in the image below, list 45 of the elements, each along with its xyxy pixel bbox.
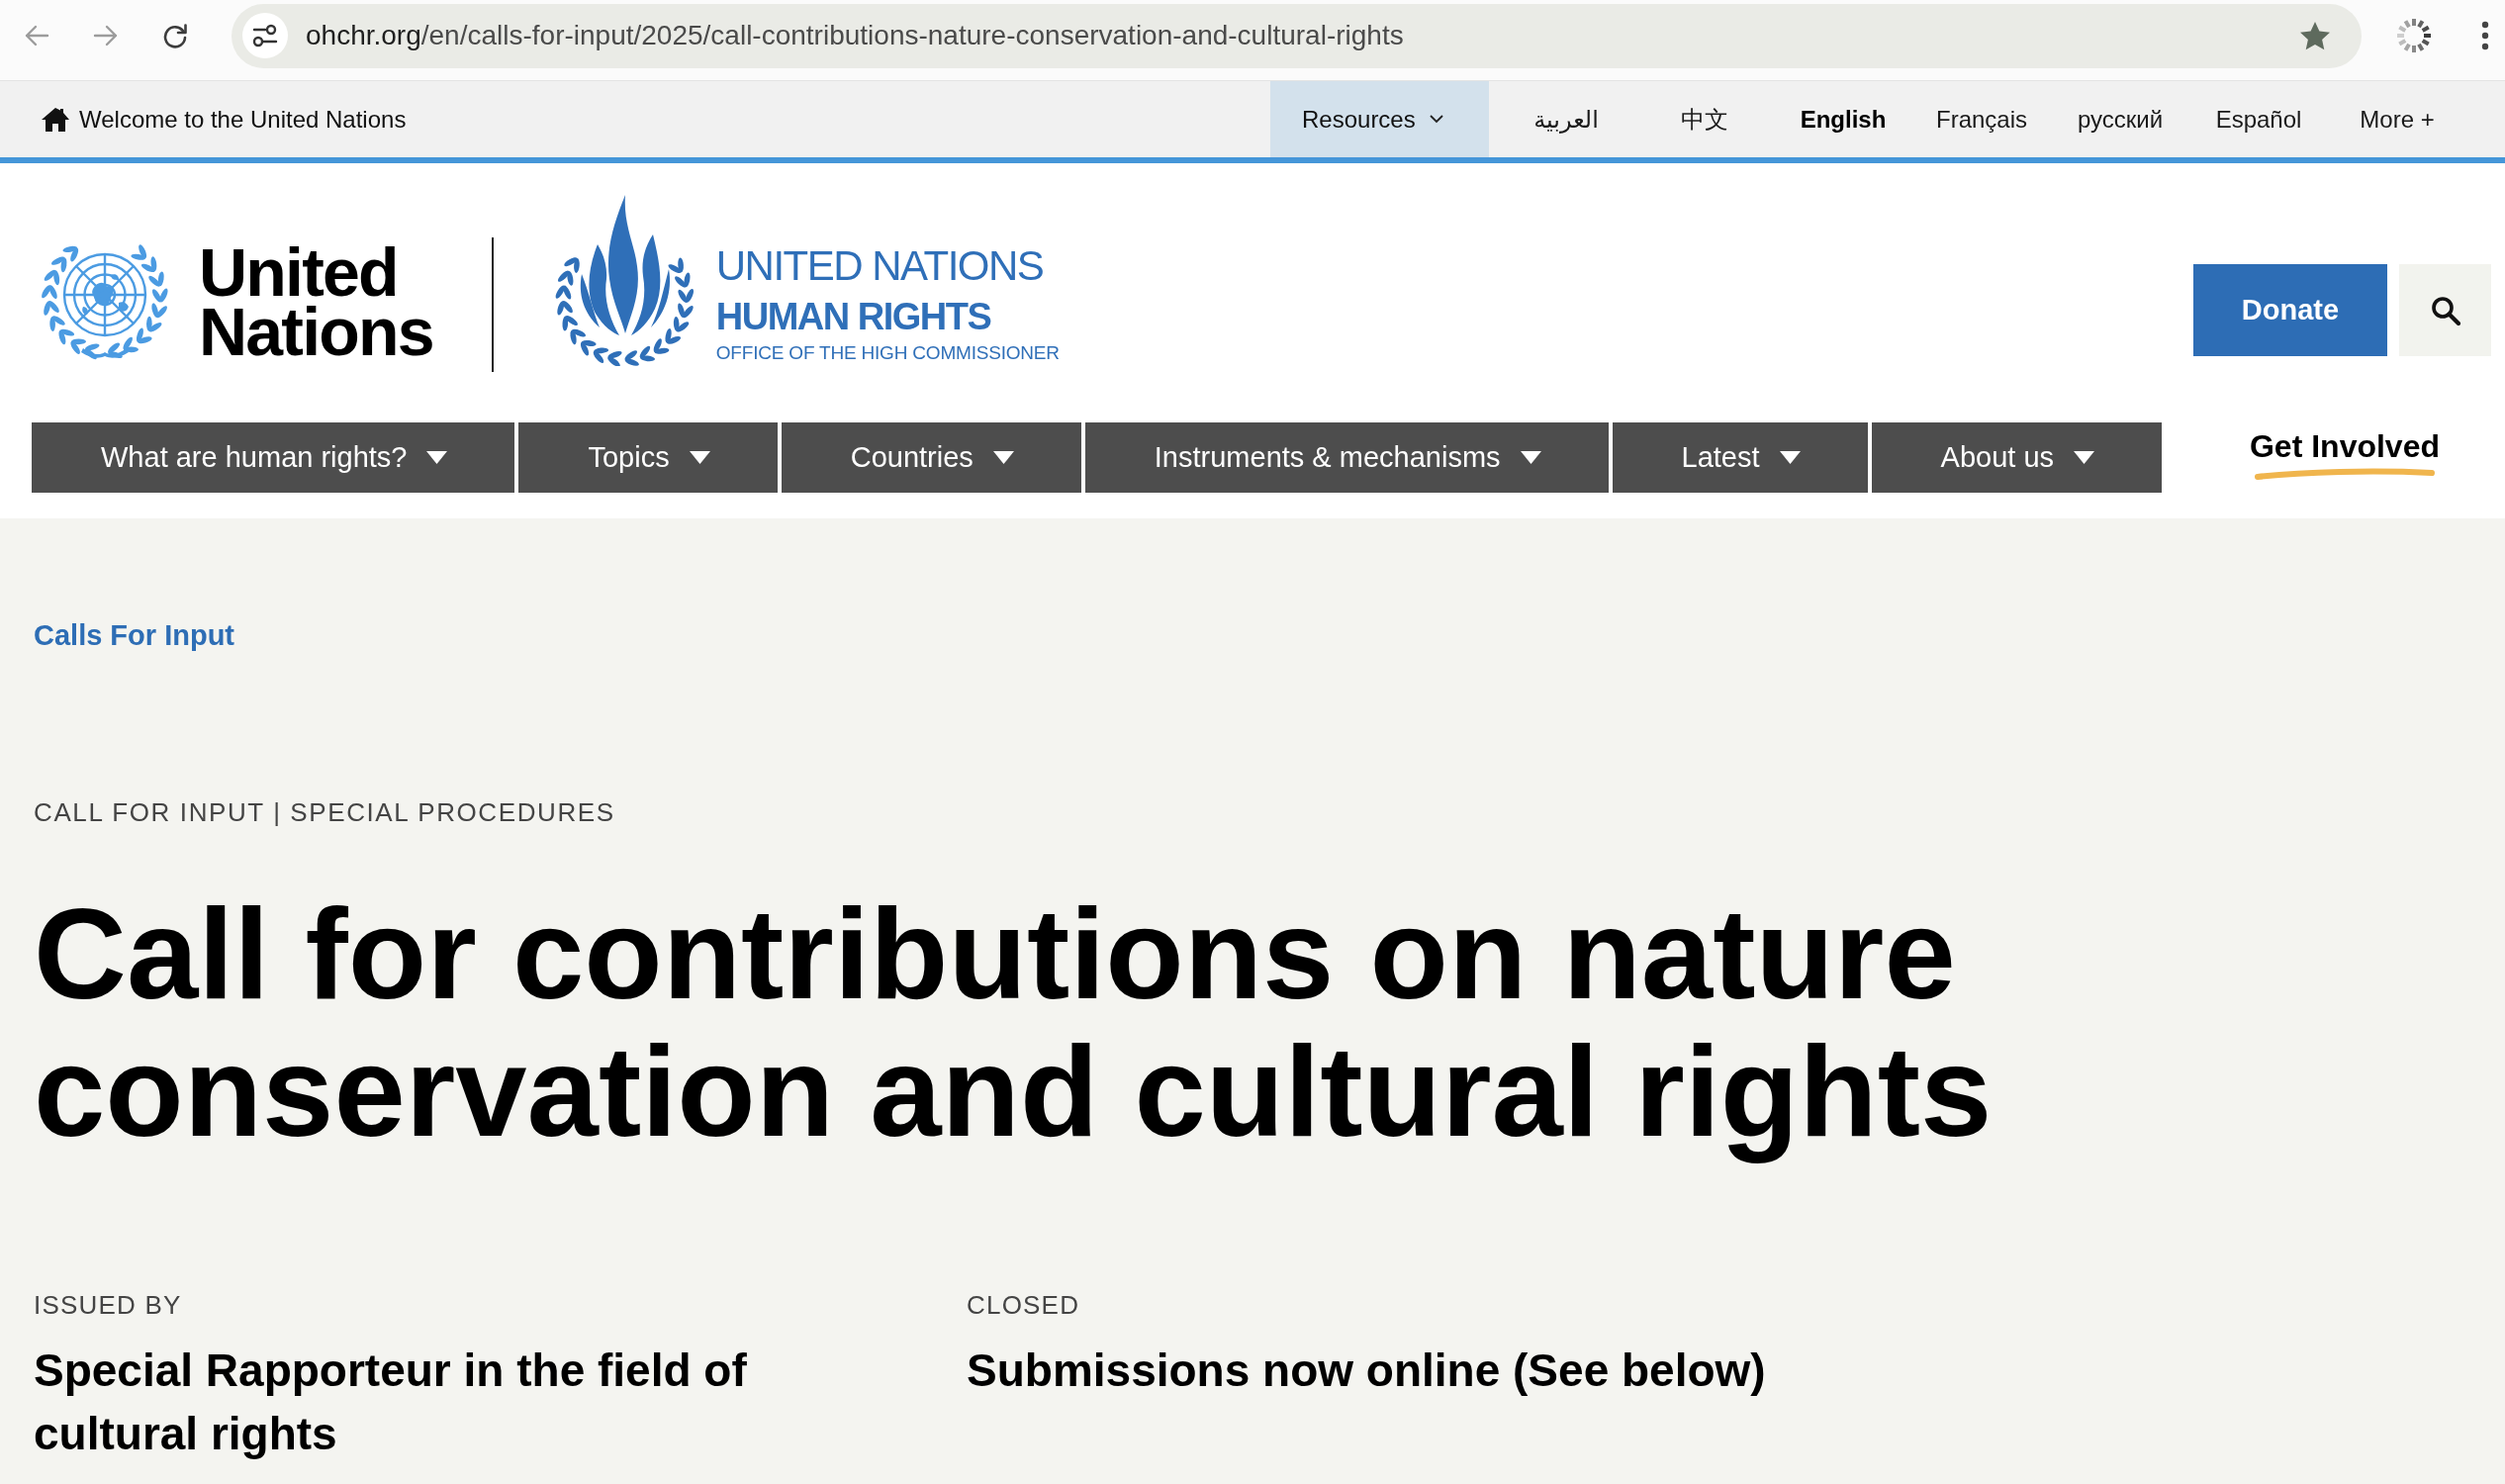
- detail-label: CLOSED: [967, 1289, 1081, 1321]
- back-arrow-icon[interactable]: [24, 23, 49, 48]
- caret-down-icon: [1779, 451, 1801, 464]
- detail-value: Submissions now online (See below): [967, 1344, 1766, 1398]
- language-link[interactable]: العربية: [1497, 105, 1635, 134]
- url-text: ohchr.org/en/calls-for-input/2025/call-contributions-nature-conservation-and-cultural-rights: [306, 20, 1405, 51]
- language-link[interactable]: English: [1774, 105, 1912, 134]
- caret-down-icon: [1520, 451, 1541, 464]
- loading-ring-icon[interactable]: [2395, 17, 2433, 54]
- forward-arrow-icon[interactable]: [93, 23, 119, 48]
- nav-menu-button[interactable]: Instruments & mechanisms: [1084, 422, 1609, 493]
- caret-down-icon: [426, 451, 448, 464]
- detail-label: ISSUED BY: [34, 1289, 183, 1321]
- more-languages-link[interactable]: More +: [2328, 105, 2466, 134]
- language-link[interactable]: русский: [2051, 105, 2189, 134]
- logo-wordmark: United Nations: [199, 242, 433, 361]
- donate-button[interactable]: Donate: [2193, 264, 2387, 356]
- reload-icon[interactable]: [162, 23, 188, 48]
- home-link[interactable]: Welcome to the United Nations: [42, 81, 407, 157]
- caret-down-icon: [689, 451, 710, 464]
- home-icon: [42, 107, 69, 132]
- nav-menu-button[interactable]: What are human rights?: [32, 422, 515, 493]
- language-link[interactable]: Français: [1912, 105, 2051, 134]
- detail-value: Special Rapporteur in the field of cultural rights: [34, 1344, 748, 1461]
- nav-menu-button[interactable]: About us: [1871, 422, 2163, 493]
- language-link[interactable]: Español: [2189, 105, 2328, 134]
- language-link[interactable]: 中文: [1635, 103, 1774, 136]
- site-settings-icon[interactable]: [242, 13, 288, 58]
- nav-link[interactable]: Get Involved: [2249, 427, 2440, 482]
- address-bar[interactable]: ohchr.org/en/calls-for-input/2025/call-contributions-nature-conservation-and-cultural-rights: [232, 3, 2362, 68]
- caret-down-icon: [2074, 451, 2095, 464]
- category-label: CALL FOR INPUT | SPECIAL PROCEDURES: [34, 796, 615, 828]
- bookmark-star-icon[interactable]: [2300, 21, 2330, 50]
- caret-down-icon: [992, 451, 1014, 464]
- brush-underline-icon: [2253, 466, 2436, 482]
- nav-menu-button[interactable]: Latest: [1612, 422, 1868, 493]
- chevron-down-icon: [1429, 115, 1443, 124]
- menu-icon[interactable]: [2481, 21, 2489, 50]
- nav-menu-button[interactable]: Topics: [518, 422, 778, 493]
- breadcrumb-link[interactable]: Calls For Input: [34, 617, 234, 653]
- logo-wordmark: UNITED NATIONS HUMAN RIGHTS OFFICE OF THE HIGH COMMISSIONER: [715, 241, 1060, 365]
- search-icon: [2430, 295, 2460, 325]
- nav-menu-button[interactable]: Countries: [781, 422, 1081, 493]
- resources-menu-button[interactable]: Resources: [1270, 81, 1489, 157]
- search-button[interactable]: [2399, 264, 2491, 356]
